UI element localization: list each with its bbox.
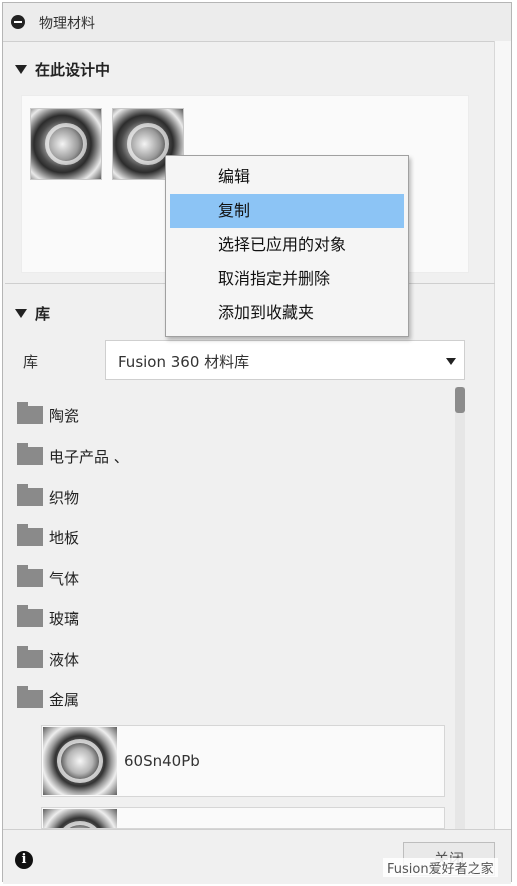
collapse-icon[interactable] <box>11 15 25 29</box>
folder-label: 地板 <box>49 529 80 547</box>
design-section-label: 在此设计中 <box>35 61 111 79</box>
material-thumbnail <box>43 727 117 795</box>
folder-icon <box>17 402 43 424</box>
folder-item[interactable]: 陶瓷 <box>17 401 447 431</box>
menu-item-unassign-delete[interactable]: 取消指定并删除 <box>170 262 404 296</box>
library-select[interactable]: Fusion 360 材料库 <box>105 340 465 380</box>
design-section-header[interactable]: 在此设计中 <box>15 59 110 80</box>
chevron-down-icon[interactable] <box>446 358 456 365</box>
folder-item[interactable]: 玻璃 <box>17 604 447 634</box>
folder-label: 织物 <box>49 489 80 507</box>
triangle-down-icon <box>15 309 27 318</box>
folder-icon <box>17 484 43 506</box>
library-select-label: 库 <box>23 353 39 371</box>
folder-icon <box>17 646 43 668</box>
folder-icon <box>17 565 43 587</box>
material-swatch-1[interactable] <box>30 108 102 180</box>
panel-title: 物理材料 <box>39 16 95 32</box>
library-list-scrollbar[interactable] <box>455 387 465 831</box>
library-section-label: 库 <box>35 305 51 323</box>
folder-label: 电子产品 、 <box>49 448 129 466</box>
library-section-header[interactable]: 库 <box>15 303 50 324</box>
folder-item[interactable]: 地板 <box>17 523 447 553</box>
folder-item[interactable]: 电子产品 、 <box>17 442 447 472</box>
folder-item[interactable]: 金属 <box>17 685 447 715</box>
folder-item[interactable]: 气体 <box>17 564 447 594</box>
folder-icon <box>17 686 43 708</box>
folder-label: 玻璃 <box>49 610 80 628</box>
folder-label: 液体 <box>49 651 80 669</box>
material-card[interactable] <box>41 807 445 829</box>
info-icon[interactable]: i <box>15 851 33 869</box>
folder-label: 陶瓷 <box>49 407 80 425</box>
folder-item[interactable]: 织物 <box>17 483 447 513</box>
material-label: 60Sn40Pb <box>124 752 200 770</box>
folder-label: 金属 <box>49 691 80 709</box>
material-card[interactable]: 60Sn40Pb <box>41 725 445 797</box>
folder-icon <box>17 443 43 465</box>
library-select-value: Fusion 360 材料库 <box>118 353 250 371</box>
material-thumbnail <box>43 809 117 828</box>
scrollbar-thumb[interactable] <box>455 387 465 413</box>
menu-item-edit[interactable]: 编辑 <box>170 160 404 194</box>
folder-icon <box>17 524 43 546</box>
menu-item-select-applied[interactable]: 选择已应用的对象 <box>170 228 404 262</box>
panel-footer: i 关闭 Fusion爱好者之家 <box>3 829 511 884</box>
panel-scrollbar[interactable] <box>494 41 511 831</box>
folder-item[interactable]: 液体 <box>17 645 447 675</box>
folder-label: 气体 <box>49 570 80 588</box>
physical-materials-panel: 物理材料 在此设计中 库 库 Fusion 360 材料库 陶瓷 电子产品 、 … <box>2 2 512 884</box>
menu-item-add-favorites[interactable]: 添加到收藏夹 <box>170 296 404 330</box>
folder-icon <box>17 605 43 627</box>
triangle-down-icon <box>15 65 27 74</box>
panel-titlebar: 物理材料 <box>3 3 511 42</box>
menu-item-copy[interactable]: 复制 <box>170 194 404 228</box>
context-menu: 编辑 复制 选择已应用的对象 取消指定并删除 添加到收藏夹 <box>165 155 409 337</box>
watermark-text: Fusion爱好者之家 <box>383 858 498 877</box>
